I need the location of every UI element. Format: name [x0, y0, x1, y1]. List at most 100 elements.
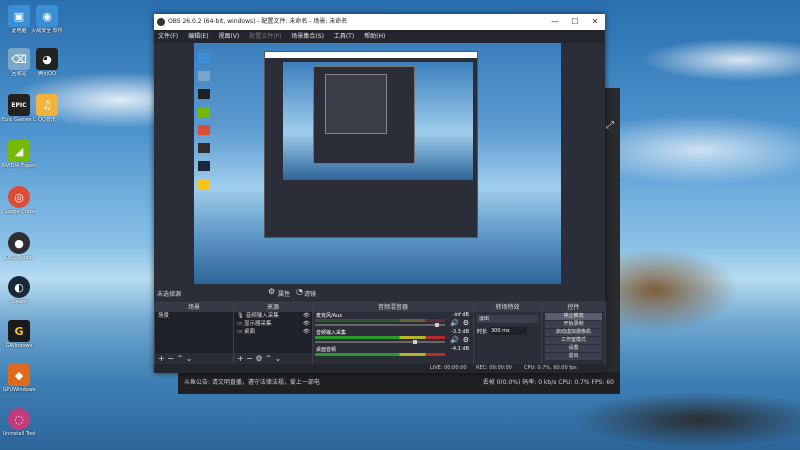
- desktop-icon-gpuwindows[interactable]: ◆ GPUWindows: [2, 364, 36, 393]
- speaker-icon[interactable]: 🔊: [450, 319, 459, 327]
- remove-source-button[interactable]: −: [246, 354, 253, 363]
- settings-button[interactable]: 设置: [545, 345, 602, 352]
- desktop-icon-nvidia[interactable]: ◢ NVIDIA Experience: [2, 140, 36, 169]
- gpu-app-icon: ◆: [8, 364, 30, 386]
- close-button[interactable]: ✕: [585, 14, 605, 30]
- source-toolbar: 未选择源 ⚙ 属性 ◔ 滤镜: [154, 284, 605, 302]
- exit-button[interactable]: 退出: [545, 353, 602, 360]
- live-indicator: LIVE: 00:00:00: [430, 365, 467, 371]
- desktop-icon-qq[interactable]: ◕ 腾讯QQ: [30, 48, 64, 77]
- studio-mode-button[interactable]: 工作室模式: [545, 337, 602, 344]
- mixer-channels: 麦克风/Aux -inf dB 🔊 ⚙ 音频输入采集 -3.3 dB 🔊 ⚙ 桌…: [313, 312, 473, 365]
- scenes-title: 场景: [155, 303, 233, 312]
- volume-meter: [315, 353, 445, 356]
- volume-slider[interactable]: [315, 340, 445, 344]
- volume-slider[interactable]: [315, 323, 445, 327]
- chrome-icon: ◎: [8, 186, 30, 208]
- visibility-icon[interactable]: 👁: [303, 328, 310, 336]
- mic-icon: 🎙: [237, 313, 244, 319]
- preview-image: [194, 43, 561, 284]
- start-virtual-camera-button[interactable]: 启动虚拟摄像机: [545, 329, 602, 336]
- scenes-list: 场景: [155, 312, 233, 353]
- nested-obs-1: [264, 51, 478, 238]
- transitions-dock: 转场特效 淡出 时长 300 ms: [473, 302, 542, 366]
- transitions-title: 转场特效: [474, 303, 541, 312]
- add-scene-button[interactable]: +: [158, 354, 165, 363]
- rec-indicator: REC: 00:00:00: [476, 365, 512, 371]
- properties-button[interactable]: 属性: [278, 289, 290, 298]
- desktop-icon-gwindows[interactable]: G GWindows: [2, 320, 36, 349]
- menu-profile[interactable]: 配置文件(P): [249, 33, 281, 40]
- maximize-button[interactable]: ☐: [565, 14, 585, 30]
- gear-icon[interactable]: ⚙: [268, 287, 275, 296]
- menu-tools[interactable]: 工具(T): [334, 33, 354, 40]
- title-bar[interactable]: OBS 26.0.2 (64-bit, windows) - 配置文件: 未命名…: [154, 14, 605, 30]
- start-recording-button[interactable]: 开始录制: [545, 321, 602, 328]
- desktop-icon-huorong[interactable]: ◉ 火绒安全 软件: [30, 5, 64, 34]
- source-settings-icon[interactable]: ⚙: [256, 354, 263, 363]
- source-item[interactable]: 🎙 音频输入采集 👁: [234, 312, 312, 320]
- desktop-icon-chrome[interactable]: ◎ Google Chrome: [2, 186, 36, 215]
- mixer-channel: 麦克风/Aux -inf dB 🔊 ⚙: [315, 312, 469, 327]
- source-item[interactable]: ▭ 显示器采集 👁: [234, 320, 312, 328]
- filters-button[interactable]: 滤镜: [304, 289, 316, 298]
- scene-item[interactable]: 场景: [155, 312, 233, 320]
- menu-help[interactable]: 帮助(H): [364, 33, 385, 40]
- transition-select[interactable]: 淡出: [477, 315, 538, 323]
- preview-canvas[interactable]: [194, 43, 561, 284]
- channel-settings-icon[interactable]: ⚙: [463, 336, 469, 344]
- epic-games-icon: EPIC: [8, 94, 30, 116]
- computer-icon: ▣: [8, 5, 30, 27]
- move-up-icon[interactable]: ⌃: [177, 354, 184, 363]
- background-window-footer: 斗鱼公告: 请文明直播，遵守法律法规，爱上一部电 丢帧 0(0.0%) 码率: …: [178, 372, 620, 394]
- mixer-title: 音频混音器: [313, 303, 473, 312]
- uninstall-tool-icon: ◌: [8, 408, 30, 430]
- filter-icon[interactable]: ◔: [296, 287, 303, 296]
- desktop: ▣ 此电脑 ⌫ 回收站 EPIC Epic Games Launcher ◢ N…: [0, 0, 800, 450]
- menu-edit[interactable]: 编辑(E): [188, 33, 208, 40]
- menu-file[interactable]: 文件(F): [158, 33, 178, 40]
- scenes-dock: 场景 场景 + − ⌃ ⌄: [154, 302, 234, 366]
- cpu-fps: CPU: 0.7%, 60.00 fps: [524, 365, 577, 371]
- stop-streaming-button[interactable]: 停止推流: [545, 313, 602, 320]
- steam-icon: ◐: [8, 276, 30, 298]
- monitor-icon: ▭: [237, 321, 243, 327]
- remove-scene-button[interactable]: −: [167, 354, 174, 363]
- move-up-icon[interactable]: ⌃: [265, 354, 272, 363]
- desktop-icon-steam[interactable]: ◐ Steam: [2, 276, 36, 305]
- duration-input[interactable]: 300 ms: [489, 327, 527, 335]
- desktop-icon-qqmusic[interactable]: ♫ QQ音乐: [30, 94, 64, 123]
- channel-settings-icon[interactable]: ⚙: [463, 319, 469, 327]
- window-title: OBS 26.0.2 (64-bit, windows) - 配置文件: 未命名…: [168, 18, 348, 25]
- sources-list: 🎙 音频输入采集 👁 ▭ 显示器采集 👁 ▭ 桌面 👁: [234, 312, 312, 353]
- volume-meter: [315, 336, 445, 339]
- controls-dock: 控件 停止推流 开始录制 启动虚拟摄像机 工作室模式 设置 退出: [541, 302, 606, 366]
- speaker-icon[interactable]: 🔊: [450, 336, 459, 344]
- qq-music-icon: ♫: [36, 94, 58, 116]
- move-down-icon[interactable]: ⌄: [274, 354, 281, 363]
- no-source-label: 未选择源: [157, 291, 182, 298]
- obs-icon: ●: [8, 232, 30, 254]
- huorong-icon: ◉: [36, 5, 58, 27]
- menu-view[interactable]: 视图(V): [218, 33, 239, 40]
- footer-notice: 斗鱼公告: 请文明直播，遵守法律法规，爱上一部电: [184, 379, 320, 386]
- obs-window[interactable]: OBS 26.0.2 (64-bit, windows) - 配置文件: 未命名…: [154, 14, 606, 373]
- desktop-icon-obs[interactable]: ● OBS Studio: [2, 232, 36, 261]
- sources-dock: 来源 🎙 音频输入采集 👁 ▭ 显示器采集 👁 ▭ 桌面 👁 + − ⚙ ⌃ ⌄: [233, 302, 313, 366]
- move-down-icon[interactable]: ⌄: [186, 354, 193, 363]
- status-bar: LIVE: 00:00:00 REC: 00:00:00 CPU: 0.7%, …: [154, 364, 605, 373]
- share-icon[interactable]: ⤢: [606, 120, 614, 131]
- obs-logo-icon: [157, 18, 165, 26]
- volume-meter: [315, 319, 445, 322]
- source-item[interactable]: ▭ 桌面 👁: [234, 328, 312, 336]
- menu-scene-collection[interactable]: 场景集合(S): [291, 33, 324, 40]
- add-source-button[interactable]: +: [237, 354, 244, 363]
- controls-title: 控件: [542, 303, 605, 312]
- menu-bar: 文件(F) 编辑(E) 视图(V) 配置文件(P) 场景集合(S) 工具(T) …: [154, 30, 605, 43]
- visibility-icon[interactable]: 👁: [303, 312, 310, 320]
- visibility-icon[interactable]: 👁: [303, 320, 310, 328]
- desktop-icon-uninstall[interactable]: ◌ Uninstall Tool: [2, 408, 36, 437]
- minimize-button[interactable]: —: [545, 14, 565, 30]
- desktop-icon: ▭: [237, 329, 243, 335]
- footer-stats: 丢帧 0(0.0%) 码率: 0 kb/s CPU: 0.7% FPS: 60: [482, 379, 614, 386]
